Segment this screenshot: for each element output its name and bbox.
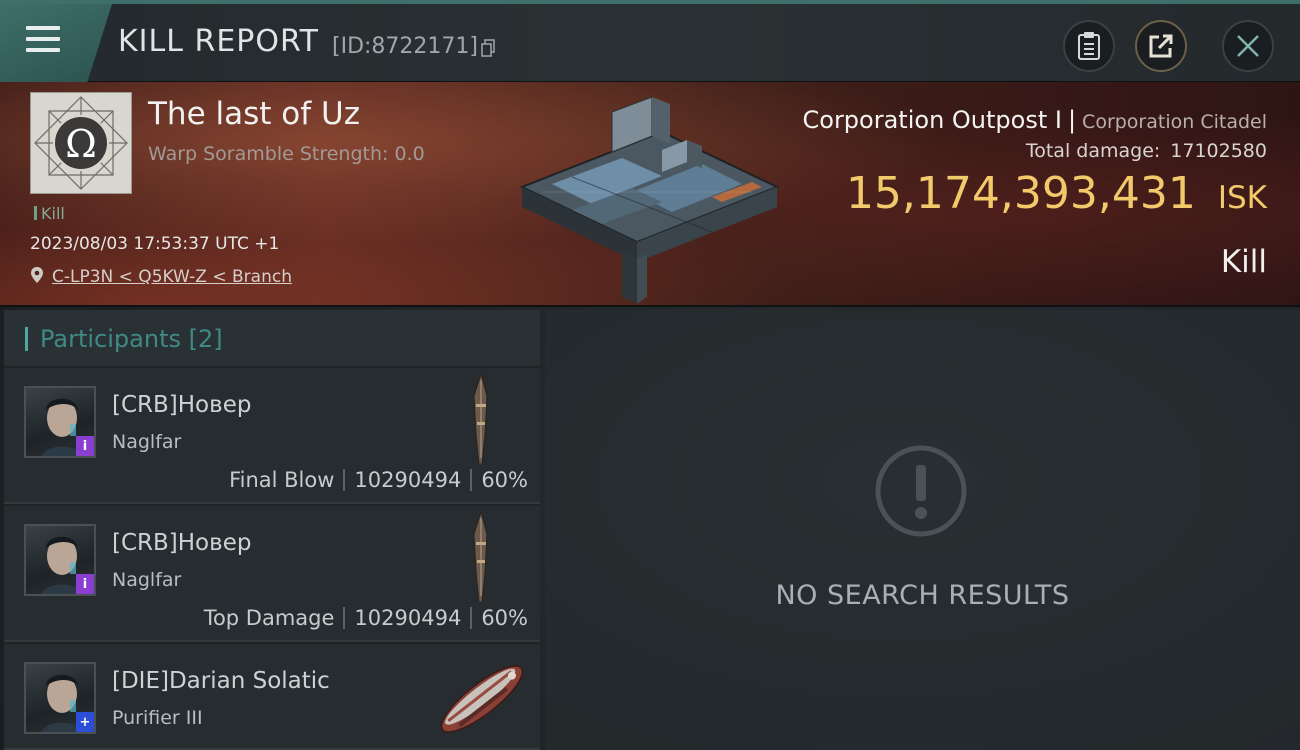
copy-icon[interactable] — [481, 39, 495, 57]
participant-name: [CRB]Новер — [112, 392, 252, 418]
participants-title: Participants [2] — [40, 325, 223, 353]
clipboard-icon — [1078, 32, 1100, 60]
pilot-badge: i — [76, 574, 94, 594]
result-label: Kill — [1220, 244, 1267, 280]
location-text[interactable]: C-LP3N < Q5KW-Z < Branch — [52, 267, 292, 287]
participants-panel: Participants [2] i [CRB]Новер Naglfar Fi… — [4, 310, 540, 750]
participant-role: Final Blow — [229, 468, 335, 492]
results-panel: NO SEARCH RESULTS — [545, 310, 1300, 750]
menu-button[interactable] — [0, 4, 112, 82]
total-damage: Total damage: 17102580 — [1026, 140, 1267, 162]
participant-percent: 60% — [481, 468, 528, 492]
participant-damage: 10290494 — [354, 468, 462, 492]
participant-percent: 60% — [481, 606, 528, 630]
ship-image — [440, 665, 524, 733]
ship-image — [473, 512, 488, 602]
participant-stats: Final Blow 10290494 60% — [229, 468, 528, 492]
page-title: KILL REPORT — [118, 24, 319, 59]
participant-name: [DIE]Darian Solatic — [112, 668, 330, 694]
pilot-avatar[interactable]: i — [24, 524, 96, 596]
kill-tag: Kill — [34, 204, 65, 223]
pilot-badge: + — [76, 712, 94, 732]
pilot-avatar[interactable]: i — [24, 386, 96, 458]
close-button[interactable] — [1222, 20, 1274, 72]
structure-image — [519, 96, 780, 304]
location-link[interactable]: C-LP3N < Q5KW-Z < Branch — [30, 266, 292, 287]
participant-ship: Naglfar — [112, 431, 182, 453]
participant-ship: Purifier III — [112, 707, 203, 729]
participant-role: Top Damage — [203, 606, 335, 630]
participant-row[interactable]: + [DIE]Darian Solatic Purifier III — [4, 644, 540, 750]
participant-stats: Top Damage 10290494 60% — [204, 606, 528, 630]
target-name: Corporation Outpost I — [802, 106, 1062, 134]
participant-name: [CRB]Новер — [112, 530, 252, 556]
kill-banner: Ω The last of Uz Warp Soramble Strength:… — [0, 82, 1300, 307]
participant-damage: 10290494 — [354, 606, 462, 630]
kill-report-screen: KILL REPORT [ID:8722171] Ω The last of U… — [0, 0, 1300, 750]
victim-name: The last of Uz — [148, 96, 360, 132]
clipboard-button[interactable] — [1063, 20, 1115, 72]
isk-value-line: 15,174,393,431 ISK — [846, 168, 1267, 219]
isk-unit: ISK — [1217, 180, 1267, 216]
svg-text:Ω: Ω — [65, 122, 97, 166]
total-damage-label: Total damage: — [1025, 140, 1161, 162]
location-pin-icon — [31, 267, 43, 283]
participants-header: Participants [2] — [4, 310, 540, 366]
no-results-text: NO SEARCH RESULTS — [775, 580, 1070, 611]
pilot-avatar[interactable]: + — [24, 662, 96, 734]
target-line: Corporation Outpost I | Corporation Citade… — [803, 106, 1268, 134]
total-damage-value: 17102580 — [1170, 140, 1267, 162]
participant-ship: Naglfar — [112, 569, 182, 591]
warp-scramble-strength: Warp Soramble Strength: 0.0 — [148, 143, 425, 165]
kill-tag-label: Kill — [41, 204, 65, 223]
share-button[interactable] — [1135, 20, 1187, 72]
ship-image — [473, 374, 488, 464]
target-separator: | — [1067, 106, 1077, 134]
isk-value: 15,174,393,431 — [845, 168, 1196, 219]
report-id: [ID:8722171] — [332, 34, 478, 59]
top-bar: KILL REPORT [ID:8722171] — [0, 0, 1300, 82]
alert-icon — [875, 445, 967, 537]
target-type: Corporation Citadel — [1082, 111, 1267, 133]
corporation-logo[interactable]: Ω — [30, 92, 132, 194]
participant-row[interactable]: i [CRB]Новер Naglfar Top Damage 10290494 6… — [4, 506, 540, 642]
participant-row[interactable]: i [CRB]Новер Naglfar Final Blow 10290494 6… — [4, 368, 540, 504]
kill-timestamp: 2023/08/03 17:53:37 UTC +1 — [30, 234, 280, 254]
close-icon — [1237, 35, 1259, 57]
share-icon — [1149, 34, 1173, 58]
pilot-badge: i — [76, 436, 94, 456]
